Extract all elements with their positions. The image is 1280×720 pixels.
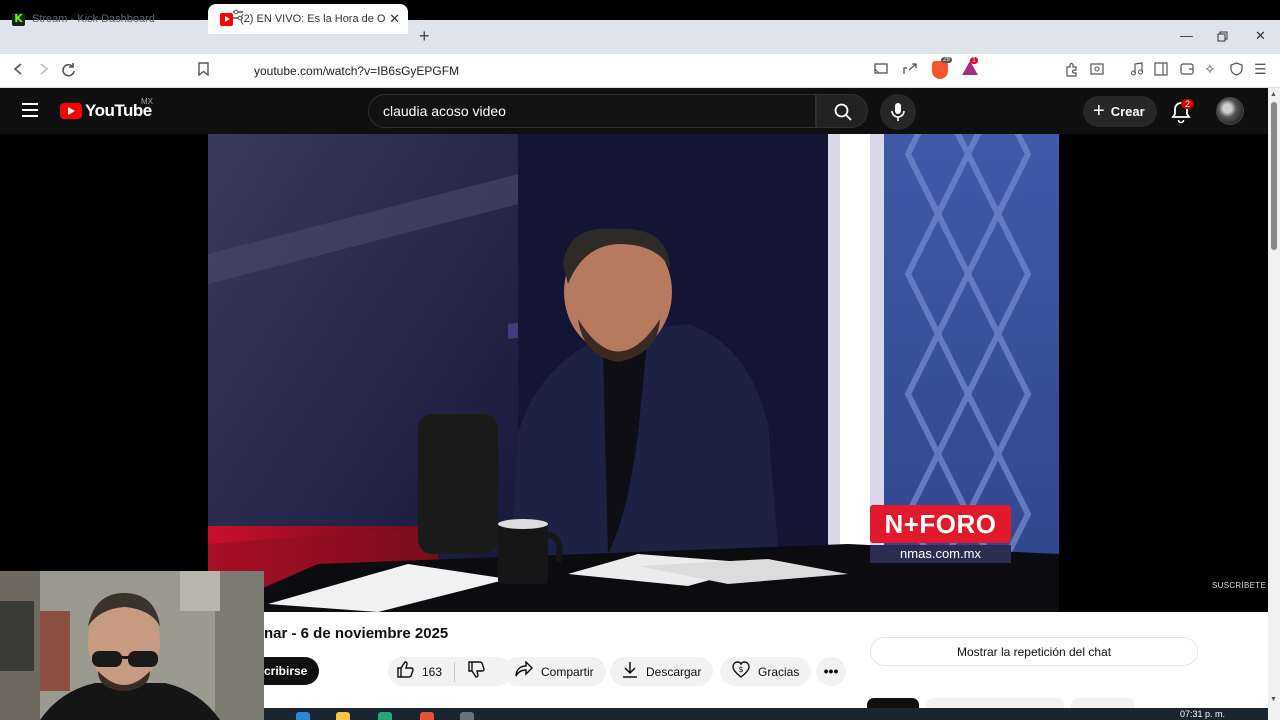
url-text: youtube.com/watch?v=IB6sGyEPGFM xyxy=(254,64,460,78)
channel-domain: nmas.com.mx xyxy=(870,545,1011,563)
search-input[interactable]: claudia acoso video xyxy=(368,94,816,128)
screenshot-icon[interactable] xyxy=(1090,62,1104,79)
close-tab-icon[interactable]: ✕ xyxy=(389,11,400,27)
scroll-down-icon[interactable]: ▼ xyxy=(1270,696,1277,703)
restore-icon[interactable] xyxy=(1217,30,1228,45)
like-dislike-group: 163 xyxy=(388,657,512,686)
screen: Stream - Kick Dashboard (2) EN VIVO: Es … xyxy=(0,0,1280,720)
new-tab-icon[interactable]: + xyxy=(419,26,430,47)
app-icon[interactable] xyxy=(420,712,434,720)
forward-icon[interactable] xyxy=(38,62,50,80)
like-divider xyxy=(454,661,456,682)
tab-title: (2) EN VIVO: Es la Hora de Opinar xyxy=(240,13,385,25)
file-explorer-icon[interactable] xyxy=(336,712,350,720)
video-frame[interactable]: N+FORO nmas.com.mx xyxy=(208,134,1059,612)
microphone-icon xyxy=(891,103,905,121)
tab-kick-dashboard[interactable]: Stream - Kick Dashboard xyxy=(0,4,206,34)
super-thanks-icon: $ xyxy=(732,660,750,683)
menu-icon[interactable]: ☰ xyxy=(1254,61,1267,78)
dislike-icon[interactable] xyxy=(467,661,485,682)
search-icon xyxy=(834,103,852,121)
subscribe-label: cribirse xyxy=(264,664,308,678)
webcam-overlay xyxy=(0,571,264,720)
share-label: Compartir xyxy=(541,664,594,679)
create-button[interactable]: + Crear xyxy=(1083,96,1157,127)
download-icon xyxy=(622,661,638,683)
bookmark-icon[interactable] xyxy=(198,62,209,80)
cast-icon[interactable] xyxy=(874,62,888,78)
back-icon[interactable] xyxy=(12,62,24,80)
webcam-image xyxy=(0,571,264,720)
subscribe-button[interactable]: cribirse xyxy=(264,657,319,685)
app-icon[interactable] xyxy=(460,712,474,720)
share-icon xyxy=(515,660,533,682)
thanks-label: Gracias xyxy=(758,664,800,679)
site-settings-icon[interactable] xyxy=(232,9,244,24)
guide-menu-icon[interactable] xyxy=(22,103,38,117)
svg-text:$: $ xyxy=(738,665,743,674)
more-actions-icon[interactable]: ••• xyxy=(816,657,846,686)
leo-ai-icon[interactable]: ✧ xyxy=(1204,61,1216,78)
sidebar-icon[interactable] xyxy=(1154,62,1168,79)
vpn-icon[interactable] xyxy=(1230,62,1243,79)
tab-title: Stream - Kick Dashboard xyxy=(32,13,155,25)
extensions-icon[interactable] xyxy=(1064,62,1079,80)
download-button[interactable]: Descargar xyxy=(610,657,714,686)
subscribe-watermark[interactable]: SUSCRÍBETE xyxy=(1212,581,1266,590)
youtube-play-icon xyxy=(60,103,82,119)
search-value: claudia acoso video xyxy=(383,103,506,119)
close-window-icon[interactable]: ✕ xyxy=(1255,28,1266,44)
video-title: nar - 6 de noviembre 2025 xyxy=(264,625,449,642)
media-icon[interactable] xyxy=(1130,62,1144,79)
plus-icon: + xyxy=(1093,100,1105,122)
minimize-icon[interactable]: — xyxy=(1180,28,1193,43)
notification-badge: 2 xyxy=(1181,99,1195,109)
reload-icon[interactable] xyxy=(61,62,76,81)
create-label: Crear xyxy=(1110,104,1145,119)
show-chat-replay-button[interactable]: Mostrar la repetición del chat xyxy=(870,637,1198,666)
country-code: MX xyxy=(141,97,153,106)
search-button[interactable] xyxy=(816,94,868,128)
share-page-icon[interactable] xyxy=(903,62,917,78)
like-count[interactable]: 163 xyxy=(422,665,442,679)
rewards-badge: 1 xyxy=(970,57,978,64)
taskbar-clock: 07:31 p. m. xyxy=(1180,709,1226,719)
voice-search-button[interactable] xyxy=(880,94,916,130)
shields-count: 29 xyxy=(941,57,952,63)
wallet-icon[interactable] xyxy=(1180,62,1194,78)
share-button[interactable]: Compartir xyxy=(503,657,606,686)
download-label: Descargar xyxy=(646,664,702,679)
scroll-thumb[interactable] xyxy=(1271,102,1277,250)
like-icon[interactable] xyxy=(396,660,414,683)
kick-icon xyxy=(12,12,25,26)
chat-replay-label: Mostrar la repetición del chat xyxy=(956,644,1112,659)
brave-shields-icon[interactable] xyxy=(932,61,948,79)
browser-icon[interactable] xyxy=(378,712,392,720)
youtube-logo[interactable]: YouTube xyxy=(60,101,152,121)
video-player[interactable]: N+FORO nmas.com.mx xyxy=(0,134,1268,612)
foro-logo-text: N+FORO xyxy=(870,505,1011,543)
channel-logo: N+FORO nmas.com.mx xyxy=(870,505,1011,565)
thanks-button[interactable]: $ Gracias xyxy=(720,657,812,686)
scroll-up-icon[interactable]: ▲ xyxy=(1270,91,1277,98)
account-avatar[interactable] xyxy=(1216,97,1244,125)
start-icon[interactable] xyxy=(296,712,310,720)
youtube-header: YouTube MX claudia acoso video + Crear xyxy=(0,88,1268,134)
windows-taskbar xyxy=(264,708,1268,720)
